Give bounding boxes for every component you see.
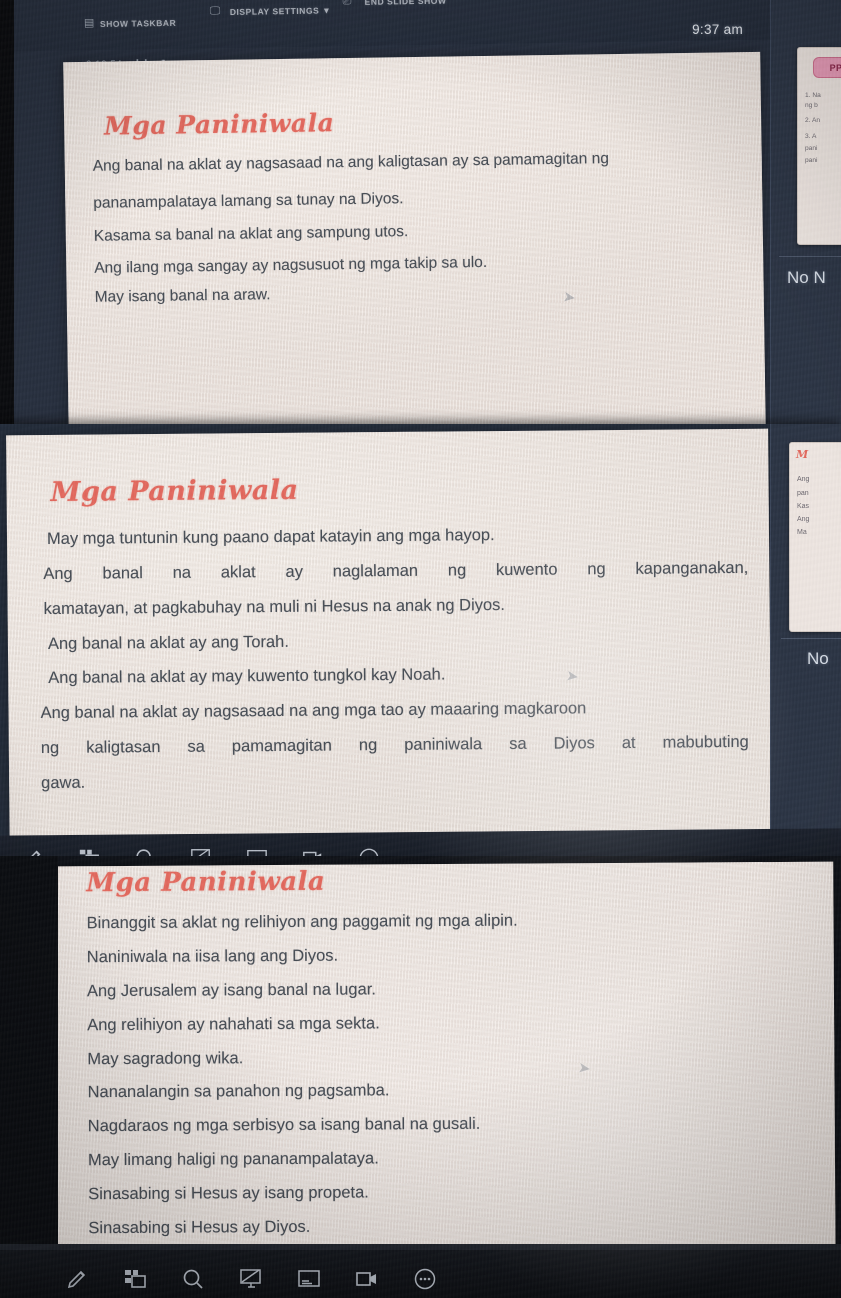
- clock-time: 9:37 am: [692, 22, 743, 37]
- thumb-line: Ang: [797, 476, 810, 483]
- left-gutter: [0, 0, 14, 437]
- toolbar-top-edge: [0, 1244, 841, 1250]
- next-slide-thumbnail[interactable]: M Ang pan Kas Ang Ma: [789, 442, 841, 632]
- thumb-line: 3. A: [805, 133, 817, 140]
- thumb-line: 1. Na: [805, 92, 821, 99]
- slides-grid-icon[interactable]: [122, 1266, 148, 1292]
- thumb-line: Ma: [797, 529, 807, 536]
- sidebar-divider: [779, 256, 841, 257]
- presenter-view-mid-panel: Mga Paniniwala May mga tuntunin kung paa…: [0, 424, 841, 869]
- thumb-line: pani: [805, 157, 818, 164]
- slide-body-line: Ang relihiyon ay nahahati sa mga sekta.: [87, 1014, 380, 1035]
- slide-body-line: Nananalangin sa panahon ng pagsamba.: [87, 1081, 390, 1102]
- end-slide-show-button[interactable]: END SLIDE SHOW: [365, 0, 447, 7]
- slide-body-line: Ang banal na aklat ay nagsasaad na ang m…: [40, 699, 587, 723]
- more-options-icon[interactable]: [412, 1266, 438, 1292]
- presenter-view-top-panel: ▤ SHOW TASKBAR 🖵 DISPLAY SETTINGS ▼ ⎚ EN…: [0, 0, 841, 437]
- taskbar-icon: ▤: [83, 17, 95, 30]
- slide-body-line: Ang banal na aklat ay ang Torah.: [47, 632, 289, 653]
- slide-body-line: Naniniwala na iisa lang ang Diyos.: [86, 946, 339, 967]
- slide-body-line: Binanggit sa aklat ng relihiyon ang pagg…: [86, 911, 518, 933]
- current-slide-1[interactable]: Mga Paniniwala Ang banal na aklat ay nag…: [63, 51, 766, 437]
- slide-body-line: May sagradong wika.: [87, 1049, 244, 1069]
- slide-body-line: Ang banal na aklat ay nagsasaad na ang k…: [92, 150, 610, 175]
- thumb-line: 2. An: [805, 117, 821, 124]
- current-slide-3[interactable]: Mga Paniniwala Binanggit sa aklat ng rel…: [54, 861, 841, 1298]
- slide-title: Mga Paniniwala: [50, 474, 299, 508]
- thumb-line: Kas: [797, 503, 810, 510]
- thumbnail-pill-button: PP: [813, 57, 841, 78]
- sidebar-divider: [781, 638, 841, 639]
- thumb-line: pani: [805, 145, 818, 152]
- laser-screen-icon[interactable]: [238, 1266, 264, 1292]
- slideshow-ink-toolbar-bottom: [56, 1262, 456, 1296]
- slide-body-line: Sinasabing si Hesus ay isang propeta.: [88, 1183, 369, 1204]
- thumbnail-title: M: [796, 448, 809, 461]
- notes-sidebar-mid: M Ang pan Kas Ang Ma No: [770, 424, 841, 869]
- slide-title: Mga Paniniwala: [86, 866, 326, 899]
- slide-body-line: Sinasabing si Hesus ay Diyos.: [88, 1217, 311, 1238]
- thumb-line: Ang: [797, 516, 810, 523]
- slide-title: Mga Paniniwala: [103, 108, 335, 141]
- mouse-cursor: ➤: [564, 667, 580, 686]
- slide-body-line: ng kaligtasan sa pamamagitan ng paniniwa…: [40, 732, 749, 758]
- presenter-view-bottom-panel: Mga Paniniwala Binanggit sa aklat ng rel…: [0, 856, 841, 1298]
- mouse-cursor: ➤: [561, 288, 577, 307]
- notes-sidebar-top: PP 1. Na ng b 2. An 3. A pani pani No N: [770, 0, 841, 437]
- slide-body-line: Ang Jerusalem ay isang banal na lugar.: [86, 980, 376, 1001]
- slide-body-line: Ang banal na aklat ay may kuwento tungko…: [48, 665, 446, 687]
- slide-body-line: Kasama sa banal na aklat ang sampung uto…: [93, 223, 409, 245]
- monitor-icon: 🖵: [209, 5, 221, 18]
- current-slide-2[interactable]: Mga Paniniwala May mga tuntunin kung paa…: [6, 428, 772, 869]
- screen-photo: ▤ SHOW TASKBAR 🖵 DISPLAY SETTINGS ▼ ⎚ EN…: [0, 0, 841, 1298]
- display-settings-button[interactable]: DISPLAY SETTINGS ▼: [230, 5, 332, 17]
- magnifier-icon[interactable]: [180, 1266, 206, 1292]
- slide-body-line: May mga tuntunin kung paano dapat katayi…: [46, 526, 495, 548]
- slide-body-line: Nagdaraos ng mga serbisyo sa isang banal…: [87, 1114, 481, 1136]
- whiteboard-icon[interactable]: [296, 1266, 322, 1292]
- no-notes-label: No N: [787, 268, 826, 287]
- thumb-line: pan: [797, 490, 809, 497]
- pen-icon[interactable]: [64, 1266, 90, 1292]
- slide-body-line: May limang haligi ng pananampalataya.: [87, 1149, 379, 1170]
- no-notes-label: No: [807, 649, 829, 668]
- camera-icon[interactable]: [354, 1266, 380, 1292]
- show-taskbar-button[interactable]: SHOW TASKBAR: [100, 18, 176, 29]
- slide-body-line: Ang ilang mga sangay ay nagsusuot ng mga…: [94, 253, 488, 277]
- slide-body-line: May isang banal na araw.: [94, 286, 271, 306]
- slide-body-line: Ang banal na aklat ay naglalaman ng kuwe…: [43, 558, 749, 584]
- slide-body-line: gawa.: [41, 773, 86, 793]
- mouse-cursor: ➤: [576, 1059, 592, 1078]
- end-show-icon: ⎚: [342, 0, 352, 8]
- thumb-line: ng b: [805, 102, 818, 109]
- slide-body-line: pananampalataya lamang sa tunay na Diyos…: [93, 190, 404, 212]
- slide-body-line: kamatayan, at pagkabuhay na muli ni Hesu…: [43, 595, 506, 619]
- next-slide-thumbnail[interactable]: PP 1. Na ng b 2. An 3. A pani pani: [797, 47, 841, 245]
- left-gutter: [0, 856, 58, 1298]
